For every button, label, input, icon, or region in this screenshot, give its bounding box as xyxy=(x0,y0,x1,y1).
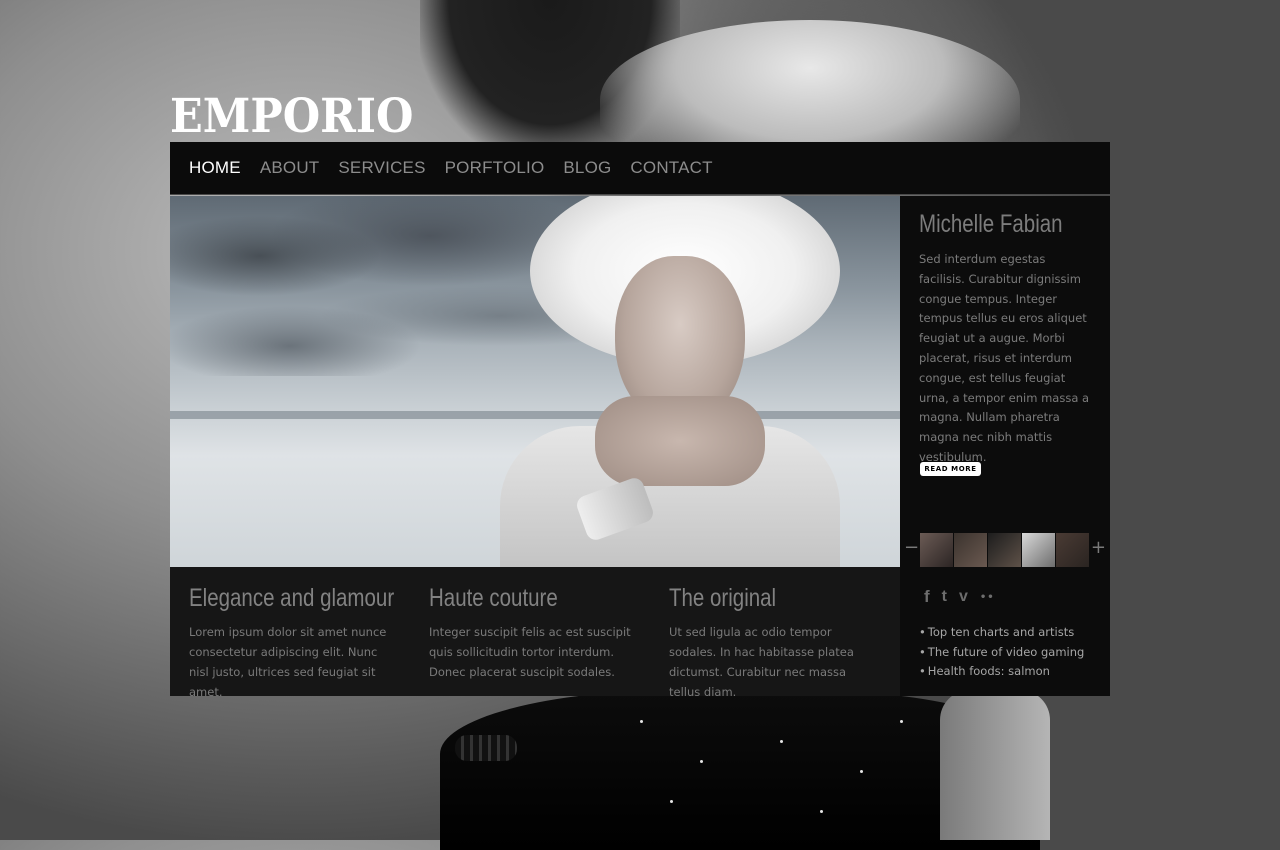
sparkle xyxy=(700,760,703,763)
thumbnail-carousel: − + xyxy=(904,533,1106,567)
carousel-next-icon[interactable]: + xyxy=(1091,539,1106,557)
news-link-label: Top ten charts and artists xyxy=(927,625,1075,639)
thumbnail-list xyxy=(920,533,1090,567)
carousel-prev-icon[interactable]: − xyxy=(904,539,919,557)
news-list: • Top ten charts and artists • The future … xyxy=(919,623,1084,682)
bullet-icon: • xyxy=(919,664,926,678)
nav-item-services[interactable]: SERVICES xyxy=(338,158,425,178)
facebook-icon[interactable]: f xyxy=(924,587,930,607)
sparkle xyxy=(780,740,783,743)
feature-title[interactable]: The original xyxy=(669,584,776,613)
news-link-label: Health foods: salmon xyxy=(927,664,1050,678)
social-links: f t v •• xyxy=(924,587,1007,607)
feature-title[interactable]: Elegance and glamour xyxy=(189,584,394,613)
features-section: Elegance and glamour Lorem ipsum dolor s… xyxy=(170,567,900,699)
news-link[interactable]: • The future of video gaming xyxy=(919,643,1084,663)
nav-item-portfolio[interactable]: PORFTOLIO xyxy=(445,158,545,178)
sidebar-title: Michelle Fabian xyxy=(919,210,1063,238)
hero-image xyxy=(170,196,900,567)
thumbnail[interactable] xyxy=(954,533,987,567)
twitter-icon[interactable]: t xyxy=(942,588,947,606)
nav-item-about[interactable]: ABOUT xyxy=(260,158,320,178)
hero-horizon xyxy=(170,411,900,419)
thumbnail[interactable] xyxy=(1056,533,1089,567)
sidebar: Michelle Fabian Sed interdum egestas fac… xyxy=(900,196,1110,696)
sparkle xyxy=(820,810,823,813)
bullet-icon: • xyxy=(919,644,926,659)
site-logo[interactable]: EMPORIO xyxy=(170,90,413,144)
feature-text: Integer suscipit felis ac est suscipit q… xyxy=(429,625,631,679)
feature-text: Lorem ipsum dolor sit amet nunce consect… xyxy=(189,625,387,699)
sparkle xyxy=(670,800,673,803)
sparkle xyxy=(860,770,863,773)
news-link[interactable]: • Top ten charts and artists xyxy=(919,623,1084,643)
thumbnail[interactable] xyxy=(920,533,953,567)
news-link-label: The future of video gaming xyxy=(927,644,1085,659)
hero-hands xyxy=(595,396,765,486)
flickr-icon[interactable]: •• xyxy=(980,592,995,603)
thumbnail[interactable] xyxy=(1022,533,1055,567)
nav-item-blog[interactable]: BLOG xyxy=(563,158,611,178)
background-bracelet xyxy=(455,735,517,761)
feature-text: Ut sed ligula ac odio tempor sodales. In… xyxy=(669,625,854,699)
background-arm xyxy=(940,690,1050,840)
main-nav: HOME ABOUT SERVICES PORFTOLIO BLOG CONTA… xyxy=(170,142,1110,195)
nav-item-contact[interactable]: CONTACT xyxy=(630,158,712,178)
thumbnail[interactable] xyxy=(988,533,1021,567)
read-more-button[interactable]: READ MORE xyxy=(920,462,981,476)
bullet-icon: • xyxy=(919,625,926,639)
sparkle xyxy=(640,720,643,723)
sparkle xyxy=(900,720,903,723)
news-link[interactable]: • Health foods: salmon xyxy=(919,662,1084,682)
sidebar-text: Sed interdum egestas facilisis. Curabitu… xyxy=(919,252,1090,464)
feature-title[interactable]: Haute couture xyxy=(429,584,558,613)
nav-item-home[interactable]: HOME xyxy=(189,158,241,178)
vimeo-icon[interactable]: v xyxy=(959,588,968,606)
